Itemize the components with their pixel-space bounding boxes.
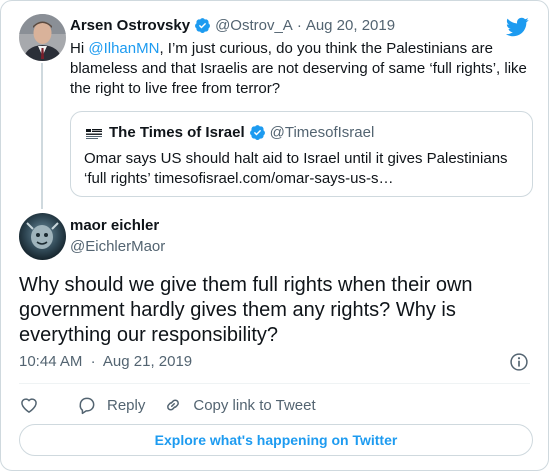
copy-link-label[interactable]: Copy link to Tweet <box>193 397 315 414</box>
thread-connector-line <box>41 63 43 209</box>
parent-author-handle[interactable]: @Ostrov_A <box>215 17 293 34</box>
verified-icon <box>249 125 265 140</box>
quoted-author-name[interactable]: The Times of Israel <box>109 124 245 141</box>
verified-icon <box>195 18 210 33</box>
parent-text-prefix: Hi <box>70 40 89 57</box>
copy-link-button[interactable]: Copy link to Tweet <box>163 395 316 415</box>
quoted-tweet-header: The Times of Israel @TimesofIsrael <box>109 124 374 141</box>
info-icon[interactable] <box>509 352 529 372</box>
main-author-handle[interactable]: @EichlerMaor <box>70 238 165 255</box>
times-of-israel-logo <box>85 128 103 140</box>
reply-label[interactable]: Reply <box>107 397 145 414</box>
mention-link[interactable]: @IlhanMN <box>88 40 159 57</box>
header-separator: · <box>296 17 302 34</box>
parent-author-avatar[interactable] <box>19 14 66 61</box>
actions-divider <box>19 383 530 384</box>
parent-tweet-header: Arsen Ostrovsky @Ostrov_A · Aug 20, 2019 <box>70 17 395 34</box>
quoted-tweet-text: Omar says US should halt aid to Israel u… <box>84 150 508 187</box>
explore-twitter-button[interactable]: Explore what's happening on Twitter <box>19 424 533 456</box>
timestamp-separator: · <box>90 353 96 370</box>
embedded-tweet-card: Arsen Ostrovsky @Ostrov_A · Aug 20, 2019… <box>0 0 549 471</box>
tweet-date[interactable]: Aug 21, 2019 <box>103 353 192 370</box>
parent-tweet-text: Hi @IlhanMN, I’m just curious, do you th… <box>70 39 532 99</box>
twitter-bird-icon[interactable] <box>505 15 529 39</box>
parent-tweet-date[interactable]: Aug 20, 2019 <box>306 17 395 34</box>
link-icon <box>167 399 180 411</box>
quoted-author-handle[interactable]: @TimesofIsrael <box>270 124 375 141</box>
main-tweet-text: Why should we give them full rights when… <box>19 274 473 346</box>
heart-icon <box>21 398 37 413</box>
tweet-timestamp[interactable]: 10:44 AM · Aug 21, 2019 <box>19 353 192 370</box>
parent-author-name[interactable]: Arsen Ostrovsky <box>70 17 190 34</box>
tweet-time[interactable]: 10:44 AM <box>19 353 82 370</box>
main-author-avatar[interactable] <box>19 213 66 260</box>
reply-bubble-icon <box>79 397 95 415</box>
like-button[interactable] <box>19 395 49 415</box>
tweet-actions: Reply Copy link to Tweet <box>19 394 334 416</box>
quoted-tweet[interactable]: The Times of Israel @TimesofIsrael Omar … <box>70 111 533 197</box>
main-author-name[interactable]: maor eichler <box>70 217 159 234</box>
reply-button[interactable]: Reply <box>77 395 145 415</box>
